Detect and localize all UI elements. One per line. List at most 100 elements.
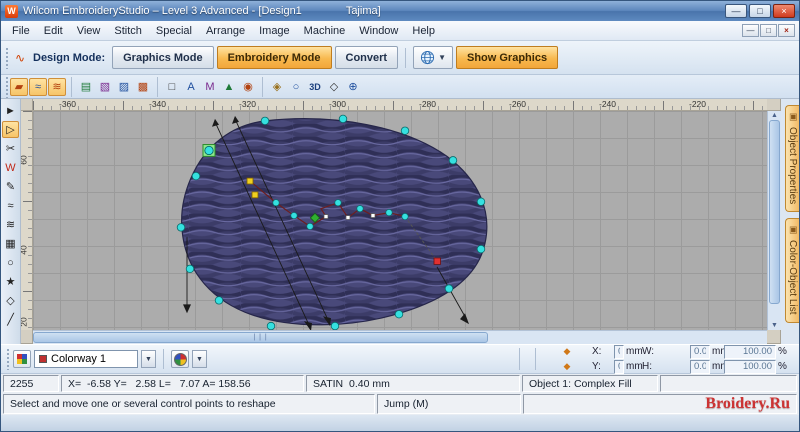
- reshape-tool[interactable]: ▷: [2, 121, 19, 138]
- h-input[interactable]: [690, 359, 710, 374]
- title-bar: W Wilcom EmbroideryStudio – Level 3 Adva…: [1, 1, 799, 21]
- window-title: Wilcom EmbroideryStudio – Level 3 Advanc…: [23, 5, 302, 17]
- menu-stitch[interactable]: Stitch: [107, 23, 149, 39]
- wireframe-view-icon[interactable]: ◇: [325, 78, 343, 96]
- toolbar-drag-handle-3[interactable]: [6, 348, 10, 370]
- minimize-button[interactable]: —: [725, 4, 747, 18]
- ruler-label: -280: [419, 99, 437, 109]
- horizontal-scroll-thumb[interactable]: | | |: [33, 332, 489, 343]
- satin-stitch-icon[interactable]: ≋: [48, 77, 66, 96]
- scissors-tool[interactable]: ✂: [2, 140, 19, 157]
- x-input[interactable]: [614, 344, 624, 359]
- color-wheel-icon[interactable]: ◈: [268, 78, 286, 96]
- status-bar: 2255 X= -6.58 Y= 2.58 L= 7.07 A= 158.56 …: [1, 374, 799, 393]
- thread-colors-button[interactable]: [13, 350, 31, 368]
- show-graphics-button[interactable]: Show Graphics: [455, 46, 559, 69]
- hoop-globe-button[interactable]: ▼: [413, 46, 453, 69]
- colorway-dropdown-icon[interactable]: ▼: [141, 350, 156, 368]
- punch-tool-icon[interactable]: ▰: [10, 77, 28, 96]
- chevron-down-icon: ▼: [438, 53, 446, 62]
- app-window: W Wilcom EmbroideryStudio – Level 3 Adva…: [0, 0, 800, 432]
- colorway-editor-button[interactable]: [171, 350, 189, 368]
- measure-tool[interactable]: ╱: [2, 311, 19, 328]
- embroidery-mode-button[interactable]: Embroidery Mode: [216, 46, 332, 69]
- toolbox: ► ▷ ✂ W ✎ ≈ ≋ ▦ ○ ★ ◇ ╱: [1, 99, 21, 344]
- menu-file[interactable]: File: [5, 23, 37, 39]
- scale-x-input[interactable]: [724, 344, 776, 359]
- ruler-label: -360: [59, 99, 77, 109]
- mdi-close-button[interactable]: ×: [778, 24, 795, 37]
- zoom-tool-icon[interactable]: ⊕: [344, 78, 362, 96]
- view-3d-button[interactable]: 3D: [306, 78, 324, 96]
- scale-y-input[interactable]: [724, 359, 776, 374]
- contour-fill-icon[interactable]: ▨: [115, 78, 133, 96]
- color-wheel-icon: [173, 352, 187, 366]
- close-button[interactable]: ×: [773, 4, 795, 18]
- hint-bar: Select and move one or several control p…: [1, 393, 799, 415]
- tab-color-object-list[interactable]: ▣ Color-Object List: [785, 218, 799, 323]
- tab-object-properties[interactable]: ▣ Object Properties: [785, 105, 799, 213]
- selected-node[interactable]: [202, 144, 216, 157]
- buttonhole-tool-icon[interactable]: ◉: [239, 78, 257, 96]
- w-unit: mm: [712, 346, 729, 357]
- horizontal-scrollbar[interactable]: | | |: [33, 330, 767, 344]
- select-tool[interactable]: ►: [2, 102, 19, 119]
- vertical-scrollbar[interactable]: ▲ ▼: [767, 111, 781, 330]
- ruler-label: 40: [21, 245, 29, 255]
- globe-icon: [421, 50, 435, 65]
- convert-button[interactable]: Convert: [334, 46, 399, 69]
- mdi-minimize-button[interactable]: —: [742, 24, 759, 37]
- fusion-fill-icon[interactable]: ▩: [134, 78, 152, 96]
- ruler-label: -240: [599, 99, 617, 109]
- toolbar-drag-handle-2[interactable]: [5, 75, 9, 98]
- workspace: -360 -340 -320 -300 -280 -260 -240 -220 …: [21, 99, 781, 344]
- run-tool[interactable]: ≈: [2, 197, 19, 214]
- node-edit-tool[interactable]: ◇: [2, 292, 19, 309]
- menu-image[interactable]: Image: [252, 23, 297, 39]
- menu-view[interactable]: View: [70, 23, 108, 39]
- x-unit: mm: [626, 346, 643, 357]
- graphics-mode-button[interactable]: Graphics Mode: [112, 46, 214, 69]
- star-tool[interactable]: ★: [2, 273, 19, 290]
- freehand-tool[interactable]: ✎: [2, 178, 19, 195]
- scroll-down-icon[interactable]: ▼: [768, 322, 781, 329]
- design-canvas[interactable]: [33, 111, 767, 330]
- menu-help[interactable]: Help: [405, 23, 442, 39]
- panel-icon: ▣: [787, 226, 798, 237]
- menu-special[interactable]: Special: [149, 23, 199, 39]
- watermark-text: Broidery.Ru: [705, 395, 790, 412]
- monogram-tool-icon[interactable]: M: [201, 78, 219, 96]
- motif-fill-icon[interactable]: ▧: [96, 78, 114, 96]
- lettering-tool-icon[interactable]: A: [182, 78, 200, 96]
- run-stitch-icon[interactable]: ≈: [29, 77, 47, 96]
- current-tool-indicator: Jump (M): [377, 394, 521, 414]
- menu-edit[interactable]: Edit: [37, 23, 70, 39]
- colorway-editor-dropdown-icon[interactable]: ▼: [192, 350, 207, 368]
- w-input[interactable]: [690, 344, 710, 359]
- y-input[interactable]: [614, 359, 624, 374]
- design-canvas-svg[interactable]: [33, 111, 767, 330]
- applique-tool-icon[interactable]: ▲: [220, 78, 238, 96]
- tatami-fill-icon[interactable]: ▤: [77, 78, 95, 96]
- satin-tool[interactable]: ≋: [2, 216, 19, 233]
- menu-window[interactable]: Window: [352, 23, 405, 39]
- complex-fill-tool[interactable]: ▦: [2, 235, 19, 252]
- toolbar-drag-handle[interactable]: [5, 46, 9, 69]
- colorway-select[interactable]: Colorway 1: [34, 350, 138, 368]
- scroll-up-icon[interactable]: ▲: [768, 112, 781, 119]
- window-bottom-edge: [1, 415, 799, 431]
- ruler-label: -340: [149, 99, 167, 109]
- vertical-ruler: 60 40 20: [21, 111, 33, 330]
- menu-machine[interactable]: Machine: [297, 23, 353, 39]
- mdi-restore-button[interactable]: □: [760, 24, 777, 37]
- lettering-tool[interactable]: W: [2, 159, 19, 176]
- transform-panel: ◆ X: mm W: mm % ◆ Y: mm H: mm %: [513, 344, 792, 374]
- sequin-tool-icon[interactable]: ○: [287, 78, 305, 96]
- design-mode-icon: ∿: [14, 50, 26, 65]
- menu-arrange[interactable]: Arrange: [199, 23, 252, 39]
- ellipse-tool[interactable]: ○: [2, 254, 19, 271]
- maximize-button[interactable]: □: [749, 4, 771, 18]
- hint-message: Select and move one or several control p…: [3, 394, 375, 414]
- outline-tool-icon[interactable]: □: [163, 78, 181, 96]
- vertical-scroll-thumb[interactable]: [769, 119, 780, 304]
